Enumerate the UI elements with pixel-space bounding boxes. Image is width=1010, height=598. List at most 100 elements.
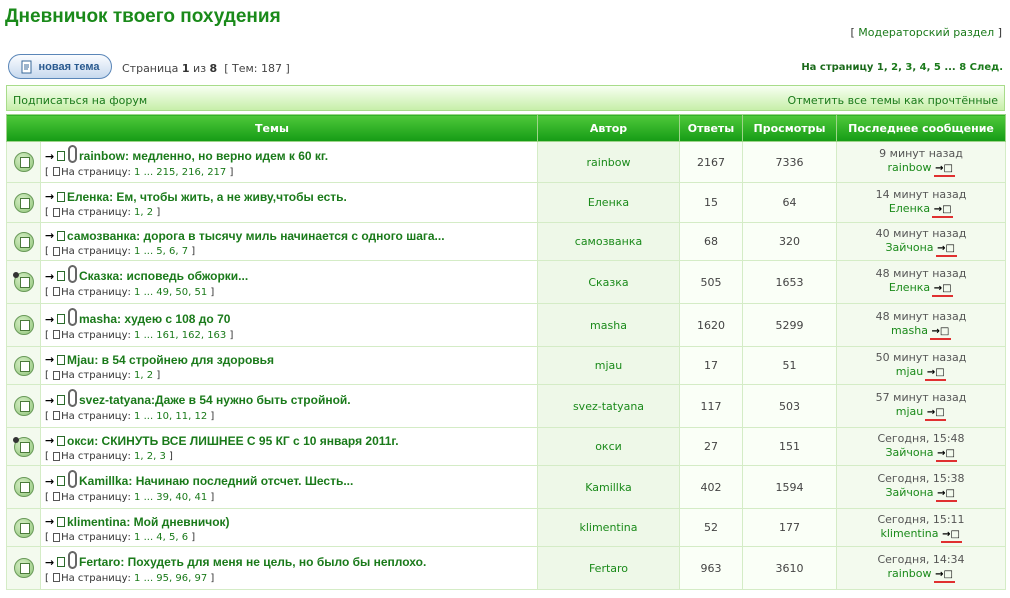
topic-title-link[interactable]: Сказка: исповедь обжорки... <box>79 269 248 283</box>
attachment-icon <box>68 551 77 569</box>
go-to-last-post-icon[interactable]: →□ <box>935 243 957 257</box>
go-to-newest-icon[interactable]: → <box>45 150 57 163</box>
topic-pages-links[interactable]: 1 ... 10, 11, 12 <box>134 411 207 422</box>
topic-status-cell <box>6 384 41 428</box>
go-to-last-post-icon[interactable]: →□ <box>935 488 957 502</box>
author-link[interactable]: Kamillka <box>585 481 632 494</box>
table-row: → самозванка: дорога в тысячу миль начина… <box>6 222 1006 261</box>
go-to-last-post-icon[interactable]: →□ <box>925 407 947 421</box>
pages-icon <box>53 287 61 296</box>
header-replies[interactable]: Ответы <box>679 114 743 142</box>
header-author[interactable]: Автор <box>537 114 680 142</box>
new-post-icon[interactable] <box>57 354 65 365</box>
topic-pages-links[interactable]: 1, 2, 3 <box>134 451 166 462</box>
go-to-last-post-icon[interactable]: →□ <box>925 367 947 381</box>
header-topics[interactable]: Темы <box>6 114 538 142</box>
author-link[interactable]: Сказка <box>588 276 628 289</box>
new-topic-button[interactable]: новая тема <box>8 54 112 79</box>
go-to-last-post-icon[interactable]: →□ <box>933 569 955 583</box>
last-post-author-link[interactable]: mjau <box>896 405 923 418</box>
last-post-author-link[interactable]: mjau <box>896 365 923 378</box>
go-to-last-post-icon[interactable]: →□ <box>933 163 955 177</box>
topic-pages-links[interactable]: 1 ... 5, 6, 7 <box>134 246 188 257</box>
last-post-author-link[interactable]: Еленка <box>889 281 930 294</box>
last-post-author-link[interactable]: masha <box>891 324 928 337</box>
pagination-last[interactable]: 8 <box>959 62 966 73</box>
author-link[interactable]: mjau <box>595 359 622 372</box>
header-last-post[interactable]: Последнее сообщение <box>836 114 1006 142</box>
new-post-icon[interactable] <box>57 395 65 405</box>
header-views[interactable]: Просмотры <box>742 114 837 142</box>
author-link[interactable]: самозванка <box>575 235 642 248</box>
author-link[interactable]: svez-tatyana <box>573 400 644 413</box>
pagination-page-2[interactable]: 2 <box>891 62 898 73</box>
subscribe-link[interactable]: Подписаться на форум <box>13 94 147 107</box>
new-post-icon[interactable] <box>57 314 65 324</box>
go-to-newest-icon[interactable]: → <box>45 190 57 203</box>
topic-pages-links[interactable]: 1 ... 161, 162, 163 <box>134 330 226 341</box>
new-post-icon[interactable] <box>57 476 65 486</box>
last-post-author-link[interactable]: Зайчона <box>885 446 933 459</box>
last-post-author-link[interactable]: rainbow <box>888 567 932 580</box>
go-to-newest-icon[interactable]: → <box>45 556 57 569</box>
topic-pages-links[interactable]: 1 ... 49, 50, 51 <box>134 287 207 298</box>
new-post-icon[interactable] <box>57 516 65 527</box>
topic-pages-links[interactable]: 1 ... 4, 5, 6 <box>134 532 188 543</box>
last-post-author-link[interactable]: Еленка <box>889 202 930 215</box>
author-link[interactable]: klimentina <box>579 521 637 534</box>
new-post-icon[interactable] <box>57 151 65 161</box>
go-to-newest-icon[interactable]: → <box>45 515 57 528</box>
pagination-page-5[interactable]: 5 <box>934 62 941 73</box>
new-post-icon[interactable] <box>57 557 65 567</box>
topic-title-link[interactable]: masha: худею с 108 до 70 <box>79 312 230 326</box>
author-link[interactable]: Еленка <box>588 196 629 209</box>
pagination-next[interactable]: След. <box>970 62 1003 73</box>
go-to-last-post-icon[interactable]: →□ <box>932 204 954 218</box>
go-to-newest-icon[interactable]: → <box>45 475 57 488</box>
new-post-icon[interactable] <box>57 191 65 202</box>
last-post-author-link[interactable]: klimentina <box>880 527 938 540</box>
topic-title-link[interactable]: rainbow: медленно, но верно идем к 60 кг… <box>79 149 328 163</box>
topic-title-link[interactable]: Еленка: Ем, чтобы жить, а не живу,чтобы … <box>67 190 347 204</box>
go-to-last-post-icon[interactable]: →□ <box>932 283 954 297</box>
last-post-author-link[interactable]: rainbow <box>888 161 932 174</box>
go-to-newest-icon[interactable]: → <box>45 313 57 326</box>
go-to-newest-icon[interactable]: → <box>45 353 57 366</box>
author-link[interactable]: окси <box>595 440 622 453</box>
topic-status-cell <box>6 303 41 347</box>
topic-title-link[interactable]: Kamillka: Начинаю последний отсчет. Шест… <box>79 474 353 488</box>
last-post-author-link[interactable]: Зайчона <box>885 486 933 499</box>
topic-pages-links[interactable]: 1, 2 <box>134 370 153 381</box>
go-to-newest-icon[interactable]: → <box>45 394 57 407</box>
new-post-icon[interactable] <box>57 230 65 241</box>
topic-pages-links[interactable]: 1 ... 95, 96, 97 <box>134 573 207 584</box>
topic-pages-links[interactable]: 1 ... 39, 40, 41 <box>134 492 207 503</box>
author-link[interactable]: rainbow <box>587 156 631 169</box>
pagination-page-4[interactable]: 4 <box>920 62 927 73</box>
last-post-author-link[interactable]: Зайчона <box>885 241 933 254</box>
go-to-newest-icon[interactable]: → <box>45 270 57 283</box>
go-to-last-post-icon[interactable]: →□ <box>929 326 951 340</box>
topic-pages-label: На страницу: <box>61 286 131 298</box>
topic-title-link[interactable]: svez-tatyana:Даже в 54 нужно быть стройн… <box>79 393 351 407</box>
new-post-icon[interactable] <box>57 435 65 446</box>
author-link[interactable]: masha <box>590 319 627 332</box>
go-to-last-post-icon[interactable]: →□ <box>940 529 962 543</box>
mark-read-link[interactable]: Отметить все темы как прочтённые <box>788 94 998 107</box>
pages-icon <box>53 207 61 217</box>
topic-pages-links[interactable]: 1, 2 <box>134 207 153 218</box>
go-to-last-post-icon[interactable]: →□ <box>935 448 957 462</box>
topic-title-link[interactable]: самозванка: дорога в тысячу миль начинае… <box>67 229 445 243</box>
topic-status-icon <box>13 477 34 497</box>
moderator-link[interactable]: Модераторский раздел <box>858 26 994 39</box>
pagination-page-3[interactable]: 3 <box>905 62 912 73</box>
topic-title-link[interactable]: окси: СКИНУТЬ ВСЕ ЛИШНЕЕ С 95 КГ с 10 ян… <box>67 434 399 448</box>
topic-pages-links[interactable]: 1 ... 215, 216, 217 <box>134 167 226 178</box>
go-to-newest-icon[interactable]: → <box>45 434 57 447</box>
author-link[interactable]: Fertaro <box>589 562 628 575</box>
topic-title-link[interactable]: klimentina: Мой дневничок) <box>67 515 230 529</box>
topic-title-link[interactable]: Mjau: в 54 стройнею для здоровья <box>67 353 274 367</box>
topic-title-link[interactable]: Fertaro: Похудеть для меня не цель, но б… <box>79 555 426 569</box>
go-to-newest-icon[interactable]: → <box>45 229 57 242</box>
new-post-icon[interactable] <box>57 271 65 281</box>
